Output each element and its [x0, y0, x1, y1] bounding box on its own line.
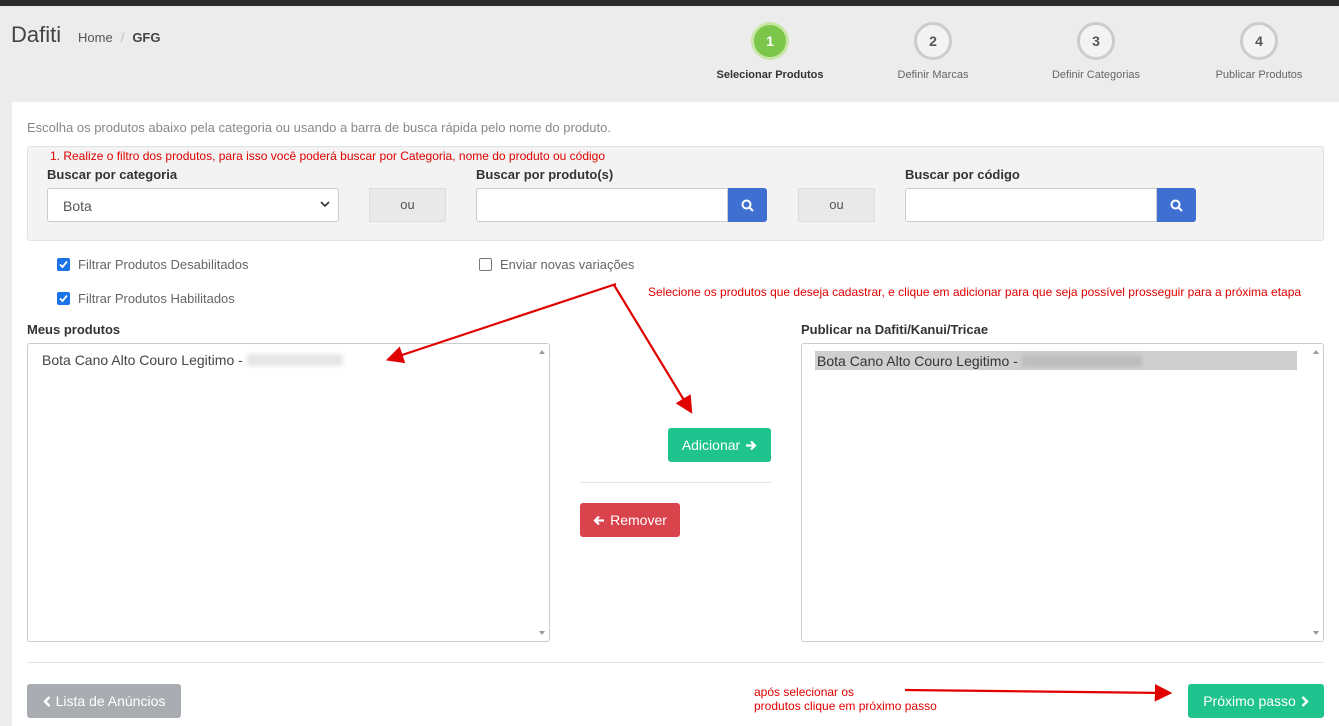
next-instruction-note-line1: após selecionar os — [754, 685, 855, 699]
back-to-listings-button[interactable]: Lista de Anúncios — [27, 684, 181, 718]
checkbox-unchecked-icon — [479, 258, 492, 271]
filter-enabled-label: Filtrar Produtos Habilitados — [78, 291, 235, 306]
search-icon — [1170, 199, 1183, 212]
publish-list[interactable]: Bota Cano Alto Couro Legitimo - — [801, 343, 1324, 642]
select-instruction-note: Selecione os produtos que deseja cadastr… — [648, 285, 1302, 299]
publish-list-item-label: Bota Cano Alto Couro Legitimo - — [817, 352, 1018, 369]
scroll-down-icon[interactable] — [539, 631, 545, 635]
next-step-button[interactable]: Próximo passo — [1188, 684, 1324, 718]
send-variations-label: Enviar novas variações — [500, 257, 635, 272]
step-4[interactable]: 4 Publicar Produtos — [1189, 22, 1329, 81]
redacted-sku — [246, 354, 343, 366]
app-title: Dafiti — [11, 22, 62, 47]
top-bar — [0, 0, 1339, 6]
category-select-value: Bota — [63, 198, 92, 214]
step-1[interactable]: 1 Selecionar Produtos — [700, 22, 840, 81]
product-search-input[interactable] — [476, 188, 728, 222]
filter-disabled-checkbox[interactable]: Filtrar Produtos Desabilitados — [57, 257, 249, 272]
code-search-label: Buscar por código — [905, 167, 1020, 182]
footer-divider — [27, 662, 1324, 663]
my-products-list[interactable]: Bota Cano Alto Couro Legitimo - — [27, 343, 550, 642]
remove-button[interactable]: Remover — [580, 503, 680, 537]
breadcrumb: Home / GFG — [78, 30, 160, 45]
arrow-left-icon — [593, 515, 605, 525]
publish-list-label: Publicar na Dafiti/Kanui/Tricae — [801, 322, 989, 337]
next-step-label: Próximo passo — [1203, 693, 1296, 709]
step-3-number: 3 — [1077, 22, 1115, 60]
step-2-number: 2 — [914, 22, 952, 60]
divider — [580, 482, 771, 483]
chevron-left-icon — [42, 695, 50, 707]
step-1-label: Selecionar Produtos — [716, 69, 824, 81]
my-products-label: Meus produtos — [27, 322, 121, 337]
breadcrumb-separator: / — [120, 30, 125, 45]
chevron-down-icon — [320, 201, 330, 208]
filter-instruction-note: 1. Realize o filtro dos produtos, para i… — [50, 149, 605, 163]
scroll-down-icon[interactable] — [1313, 631, 1319, 635]
arrow-right-icon — [746, 440, 757, 450]
step-2-label: Definir Marcas — [897, 69, 969, 81]
scroll-up-icon[interactable] — [1313, 350, 1319, 354]
product-search-label: Buscar por produto(s) — [476, 167, 614, 182]
product-search-button[interactable] — [728, 188, 767, 222]
intro-text: Escolha os produtos abaixo pela categori… — [27, 120, 611, 135]
add-button-label: Adicionar — [681, 437, 741, 453]
chevron-right-icon — [1301, 695, 1309, 707]
send-variations-checkbox[interactable]: Enviar novas variações — [479, 257, 634, 272]
checkbox-checked-icon — [57, 292, 70, 305]
code-search-button[interactable] — [1157, 188, 1196, 222]
next-instruction-note-line2: produtos clique em próximo passo — [754, 699, 937, 713]
step-4-label: Publicar Produtos — [1215, 69, 1303, 81]
step-2[interactable]: 2 Definir Marcas — [863, 22, 1003, 81]
step-3-label: Definir Categorias — [1051, 69, 1141, 81]
category-label: Buscar por categoria — [47, 167, 178, 182]
scroll-up-icon[interactable] — [539, 350, 545, 354]
filter-disabled-label: Filtrar Produtos Desabilitados — [78, 257, 249, 272]
my-products-item-label: Bota Cano Alto Couro Legitimo - — [42, 352, 243, 368]
step-3[interactable]: 3 Definir Categorias — [1026, 22, 1166, 81]
back-to-listings-label: Lista de Anúncios — [55, 693, 166, 709]
remove-button-label: Remover — [610, 512, 667, 528]
category-select[interactable]: Bota — [47, 188, 339, 222]
publish-list-item[interactable]: Bota Cano Alto Couro Legitimo - — [815, 351, 1297, 370]
code-search-input[interactable] — [905, 188, 1157, 222]
checkbox-checked-icon — [57, 258, 70, 271]
or-separator-2: ou — [798, 188, 875, 222]
or-separator-1: ou — [369, 188, 446, 222]
search-icon — [741, 199, 754, 212]
my-products-item[interactable]: Bota Cano Alto Couro Legitimo - — [42, 352, 343, 368]
filter-enabled-checkbox[interactable]: Filtrar Produtos Habilitados — [57, 291, 235, 306]
breadcrumb-current: GFG — [132, 30, 161, 45]
breadcrumb-home-link[interactable]: Home — [78, 30, 113, 45]
step-1-number: 1 — [751, 22, 789, 60]
step-4-number: 4 — [1240, 22, 1278, 60]
redacted-sku — [1021, 354, 1142, 367]
add-button[interactable]: Adicionar — [668, 428, 771, 462]
